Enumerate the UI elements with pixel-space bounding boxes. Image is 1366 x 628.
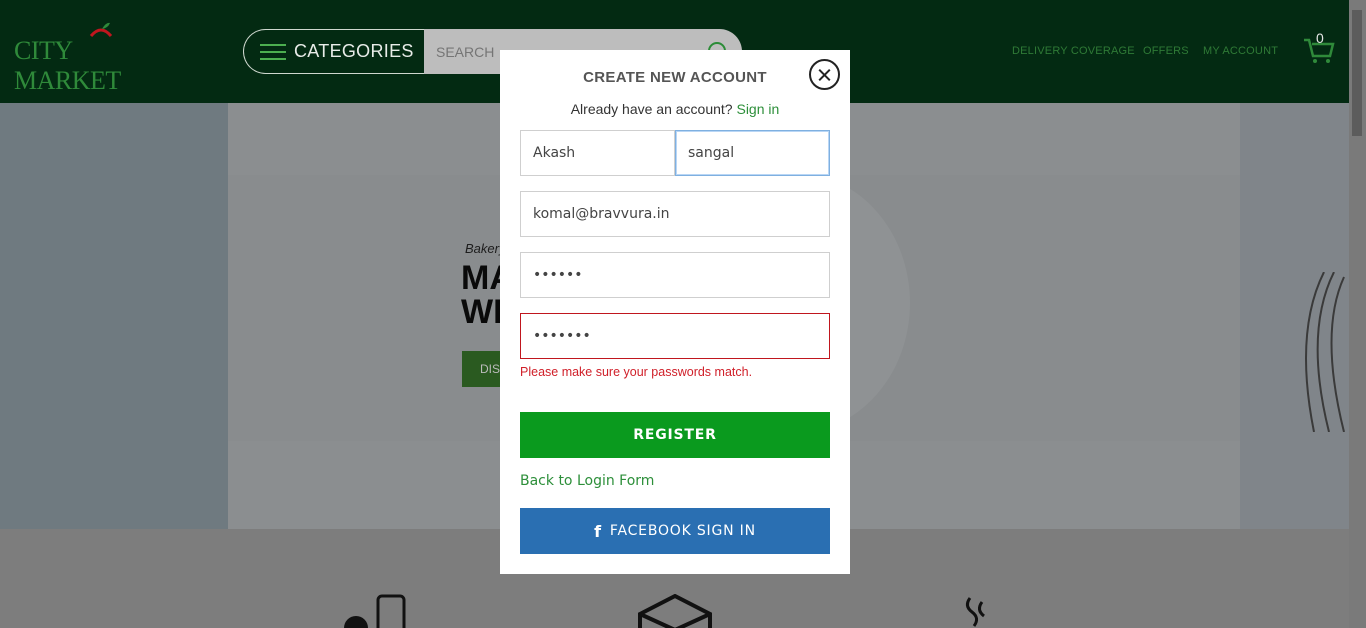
modal-title: CREATE NEW ACCOUNT bbox=[583, 69, 767, 86]
hot-food-icon bbox=[965, 597, 985, 627]
hamburger-icon bbox=[260, 43, 286, 60]
register-button[interactable]: REGISTER bbox=[520, 412, 830, 458]
city-market-logo[interactable]: CITY MARKET bbox=[14, 12, 164, 95]
categories-label: CATEGORIES bbox=[294, 41, 414, 61]
last-name-field[interactable] bbox=[675, 130, 830, 176]
whisk-icon bbox=[1305, 272, 1345, 432]
facebook-sign-in-label: FACEBOOK SIGN IN bbox=[609, 523, 756, 539]
grocery-icon bbox=[344, 594, 406, 628]
nav-delivery-coverage[interactable]: DELIVERY COVERAGE bbox=[1012, 45, 1135, 57]
hero-discover-button[interactable]: DIS bbox=[462, 351, 502, 387]
scrollbar-thumb[interactable] bbox=[1352, 10, 1362, 136]
categories-button[interactable]: CATEGORIES bbox=[243, 29, 424, 74]
password-error-message: Please make sure your passwords match. bbox=[520, 365, 753, 379]
create-account-modal: CREATE NEW ACCOUNT Already have an accou… bbox=[500, 50, 850, 574]
hero-food-image bbox=[0, 103, 228, 529]
email-field[interactable] bbox=[520, 191, 830, 237]
back-to-login-link[interactable]: Back to Login Form bbox=[520, 473, 654, 489]
facebook-icon: f bbox=[594, 521, 602, 541]
first-name-field[interactable] bbox=[520, 130, 675, 176]
nav-my-account[interactable]: MY ACCOUNT bbox=[1203, 45, 1278, 57]
sign-in-link[interactable]: Sign in bbox=[736, 101, 779, 117]
box-icon bbox=[638, 594, 712, 628]
close-icon[interactable] bbox=[809, 59, 840, 90]
have-account-label: Already have an account? bbox=[570, 101, 733, 117]
confirm-password-field[interactable] bbox=[520, 313, 830, 359]
cart-count: 0 bbox=[1316, 30, 1324, 46]
password-field[interactable] bbox=[520, 252, 830, 298]
nav-offers[interactable]: OFFERS bbox=[1143, 45, 1189, 57]
have-account-text: Already have an account? Sign in bbox=[500, 101, 850, 117]
facebook-sign-in-button[interactable]: f FACEBOOK SIGN IN bbox=[520, 508, 830, 554]
logo-text: CITY MARKET bbox=[14, 36, 121, 95]
